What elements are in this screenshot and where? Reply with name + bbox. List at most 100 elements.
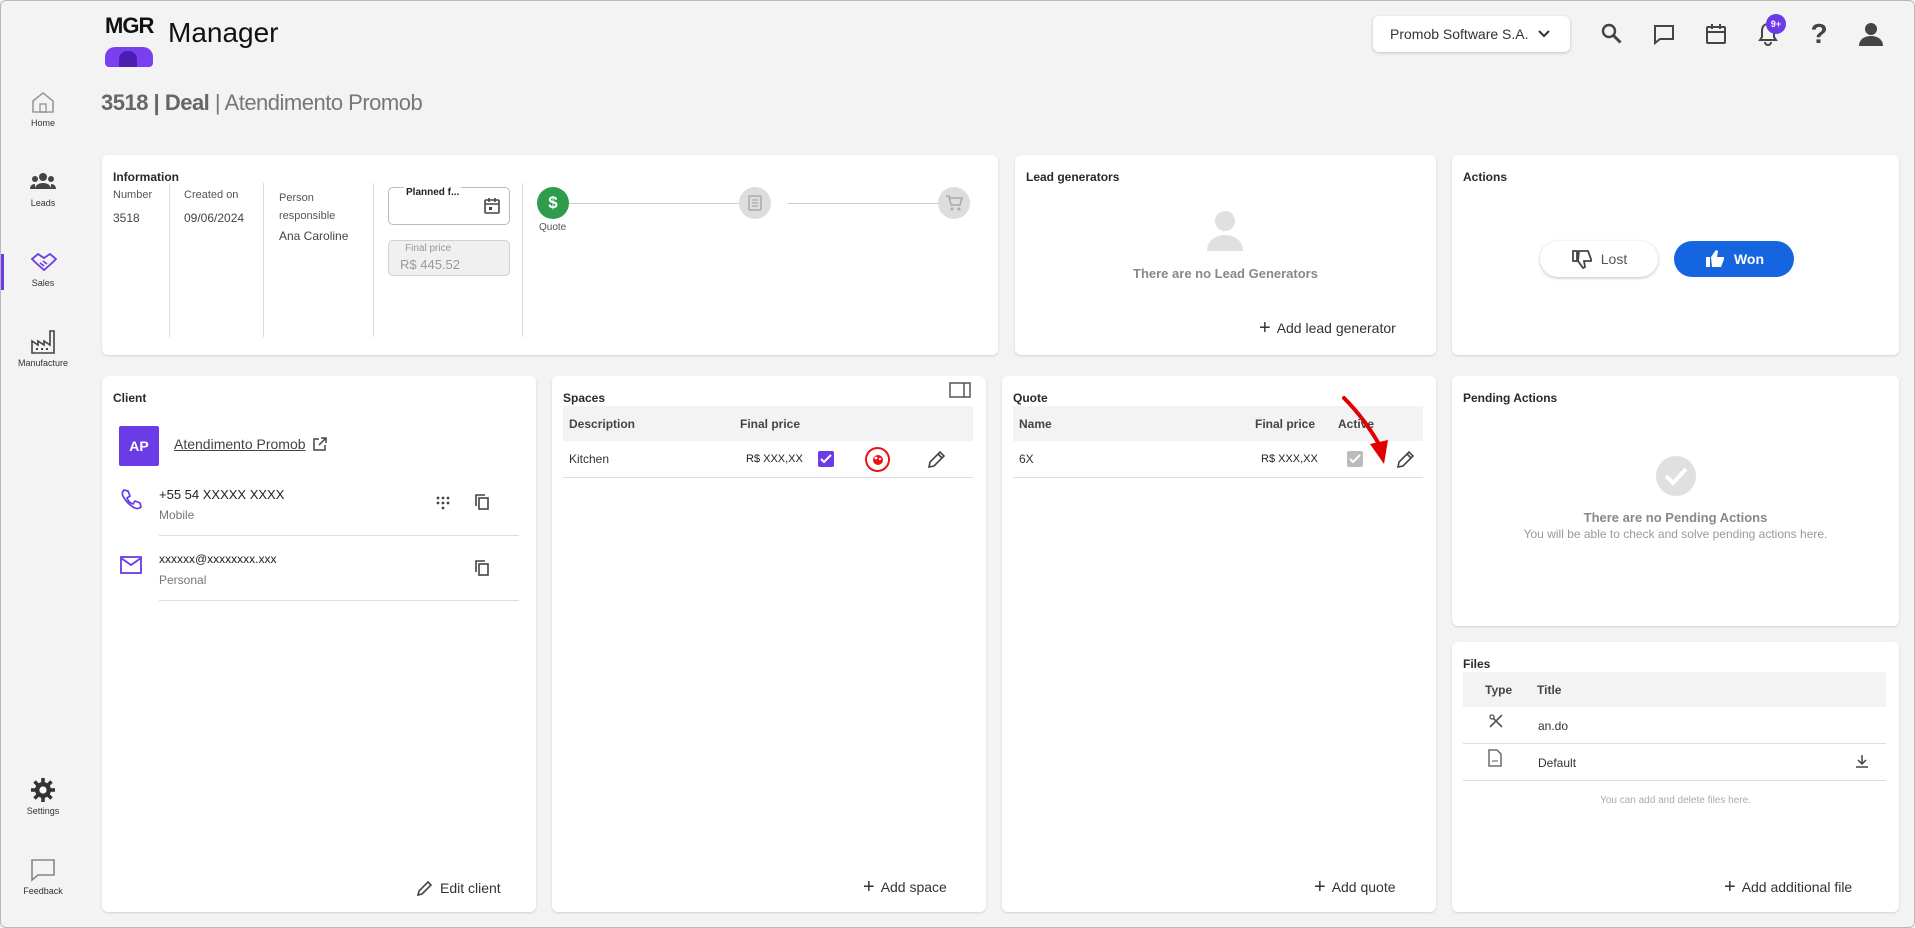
tools-icon — [1488, 713, 1504, 729]
stage-line — [568, 203, 758, 204]
company-select[interactable]: Promob Software S.A. — [1373, 16, 1570, 52]
stage-quote-label: Quote — [539, 222, 567, 233]
files-card: Files Type Title an.do Default You can a… — [1452, 642, 1899, 912]
created-value: 09/06/2024 — [184, 211, 245, 225]
chevron-down-icon — [1537, 29, 1551, 39]
app-title: Manager — [168, 17, 279, 48]
pending-actions-card: Pending Actions There are no Pending Act… — [1452, 376, 1899, 626]
sidebar-item-settings[interactable]: Settings — [1, 777, 85, 816]
checkbox[interactable] — [818, 451, 834, 467]
table-row[interactable]: an.do — [1463, 707, 1886, 743]
stage-sale-step[interactable] — [938, 187, 970, 219]
lost-button[interactable]: Lost — [1540, 241, 1658, 277]
company-select-value: Promob Software S.A. — [1390, 26, 1529, 42]
sidebar-item-manufacture[interactable]: Manufacture — [1, 329, 85, 368]
sidebar-item-label: Leads — [30, 198, 56, 208]
divider — [159, 600, 519, 601]
table-header: Type Title — [1463, 672, 1886, 707]
won-button[interactable]: Won — [1674, 241, 1794, 277]
table-header: Description Final price — [563, 406, 973, 441]
sidebar-item-label: Feedback — [23, 886, 63, 896]
column-header: Final price — [1255, 417, 1316, 431]
number-label: Number — [113, 189, 153, 201]
check-circle-icon — [1655, 455, 1697, 497]
sidebar-item-label: Sales — [31, 278, 55, 288]
column-header: Type — [1485, 683, 1513, 697]
divider — [1463, 780, 1886, 781]
divider — [169, 183, 170, 337]
space-description: Kitchen — [569, 452, 610, 466]
external-link-icon — [312, 436, 328, 452]
download-icon[interactable] — [1855, 754, 1869, 768]
search-icon[interactable] — [1597, 19, 1627, 49]
sidebar-item-leads[interactable]: Leads — [1, 169, 85, 208]
plus-icon: + — [1314, 876, 1326, 898]
add-file-button[interactable]: + Add additional file — [1724, 876, 1852, 898]
spaces-card: Spaces Description Final price Kitchen R… — [552, 376, 986, 912]
add-quote-button[interactable]: + Add quote — [1314, 876, 1396, 898]
divider — [1013, 477, 1423, 478]
calendar-icon[interactable] — [1701, 19, 1731, 49]
pencil-icon — [416, 879, 434, 897]
person-label: Person responsible — [279, 192, 336, 222]
handshake-icon — [30, 249, 58, 275]
panel-toggle-icon[interactable] — [949, 382, 971, 398]
edit-space-icon[interactable] — [927, 449, 947, 469]
logo-text: MGR — [105, 13, 154, 38]
column-header: Title — [1537, 683, 1562, 697]
phone-type: Mobile — [159, 508, 195, 522]
quote-card: Quote Name Final price Active 6X R$ XXX,… — [1002, 376, 1436, 912]
client-name-link[interactable]: Atendimento Promob — [174, 436, 328, 452]
stage-quote-step[interactable]: $ — [537, 187, 569, 219]
card-title: Client — [113, 391, 147, 405]
table-row[interactable]: Kitchen R$ XXX,XX — [563, 441, 973, 477]
sidebar-item-label: Manufacture — [17, 358, 69, 368]
copy-phone-icon[interactable] — [474, 494, 490, 511]
table-row[interactable]: Default — [1463, 744, 1886, 780]
information-card: Information Number 3518 Created on 09/06… — [102, 155, 998, 355]
add-space-button[interactable]: + Add space — [863, 876, 947, 898]
notifications-icon[interactable]: 9+ — [1753, 14, 1786, 49]
thumbs-up-icon — [1704, 249, 1726, 269]
chat-icon[interactable] — [1649, 19, 1679, 49]
client-card: Client AP Atendimento Promob +55 54 XXXX… — [102, 376, 536, 912]
dialpad-icon[interactable] — [436, 496, 450, 510]
won-label: Won — [1733, 251, 1765, 267]
edit-client-button[interactable]: Edit client — [416, 879, 501, 897]
sidebar-item-sales[interactable]: Sales — [1, 249, 85, 288]
created-label: Created on — [184, 189, 239, 201]
account-icon[interactable] — [1856, 19, 1886, 49]
copy-email-icon[interactable] — [474, 560, 490, 577]
thumbs-down-icon — [1571, 249, 1593, 269]
deal-name: Atendimento Promob — [224, 90, 423, 115]
render-icon[interactable] — [865, 447, 890, 472]
factory-icon — [30, 329, 56, 355]
avatar: AP — [119, 426, 159, 466]
email-address: xxxxxx@xxxxxxxx.xxx — [159, 552, 277, 566]
column-header: Name — [1019, 417, 1052, 431]
card-title: Quote — [1013, 391, 1048, 405]
planned-date-label: Planned f... — [404, 187, 462, 198]
sidebar-item-feedback[interactable]: Feedback — [1, 857, 85, 896]
add-lead-generator-button[interactable]: + Add lead generator — [1259, 317, 1396, 339]
plus-icon: + — [1259, 317, 1271, 339]
client-name: Atendimento Promob — [174, 436, 306, 452]
plus-icon: + — [863, 876, 875, 898]
plus-icon: + — [1724, 876, 1736, 898]
notification-badge: 9+ — [1766, 14, 1786, 34]
stage-line — [788, 203, 938, 204]
stage-order-step[interactable] — [739, 187, 771, 219]
sidebar-item-home[interactable]: Home — [1, 89, 85, 128]
divider — [522, 183, 523, 337]
divider — [373, 183, 374, 337]
file-title: Default — [1538, 756, 1577, 770]
document-icon — [747, 195, 763, 211]
card-title: Information — [113, 170, 179, 184]
planned-date-field[interactable]: Planned f... — [388, 187, 510, 225]
empty-state-text: There are no Lead Generators — [1133, 266, 1318, 281]
calendar-icon[interactable] — [483, 197, 501, 215]
app-logo[interactable]: MGR — [101, 11, 157, 67]
card-title: Lead generators — [1026, 170, 1120, 184]
divider — [563, 477, 973, 478]
help-icon[interactable]: ? — [1804, 18, 1834, 49]
